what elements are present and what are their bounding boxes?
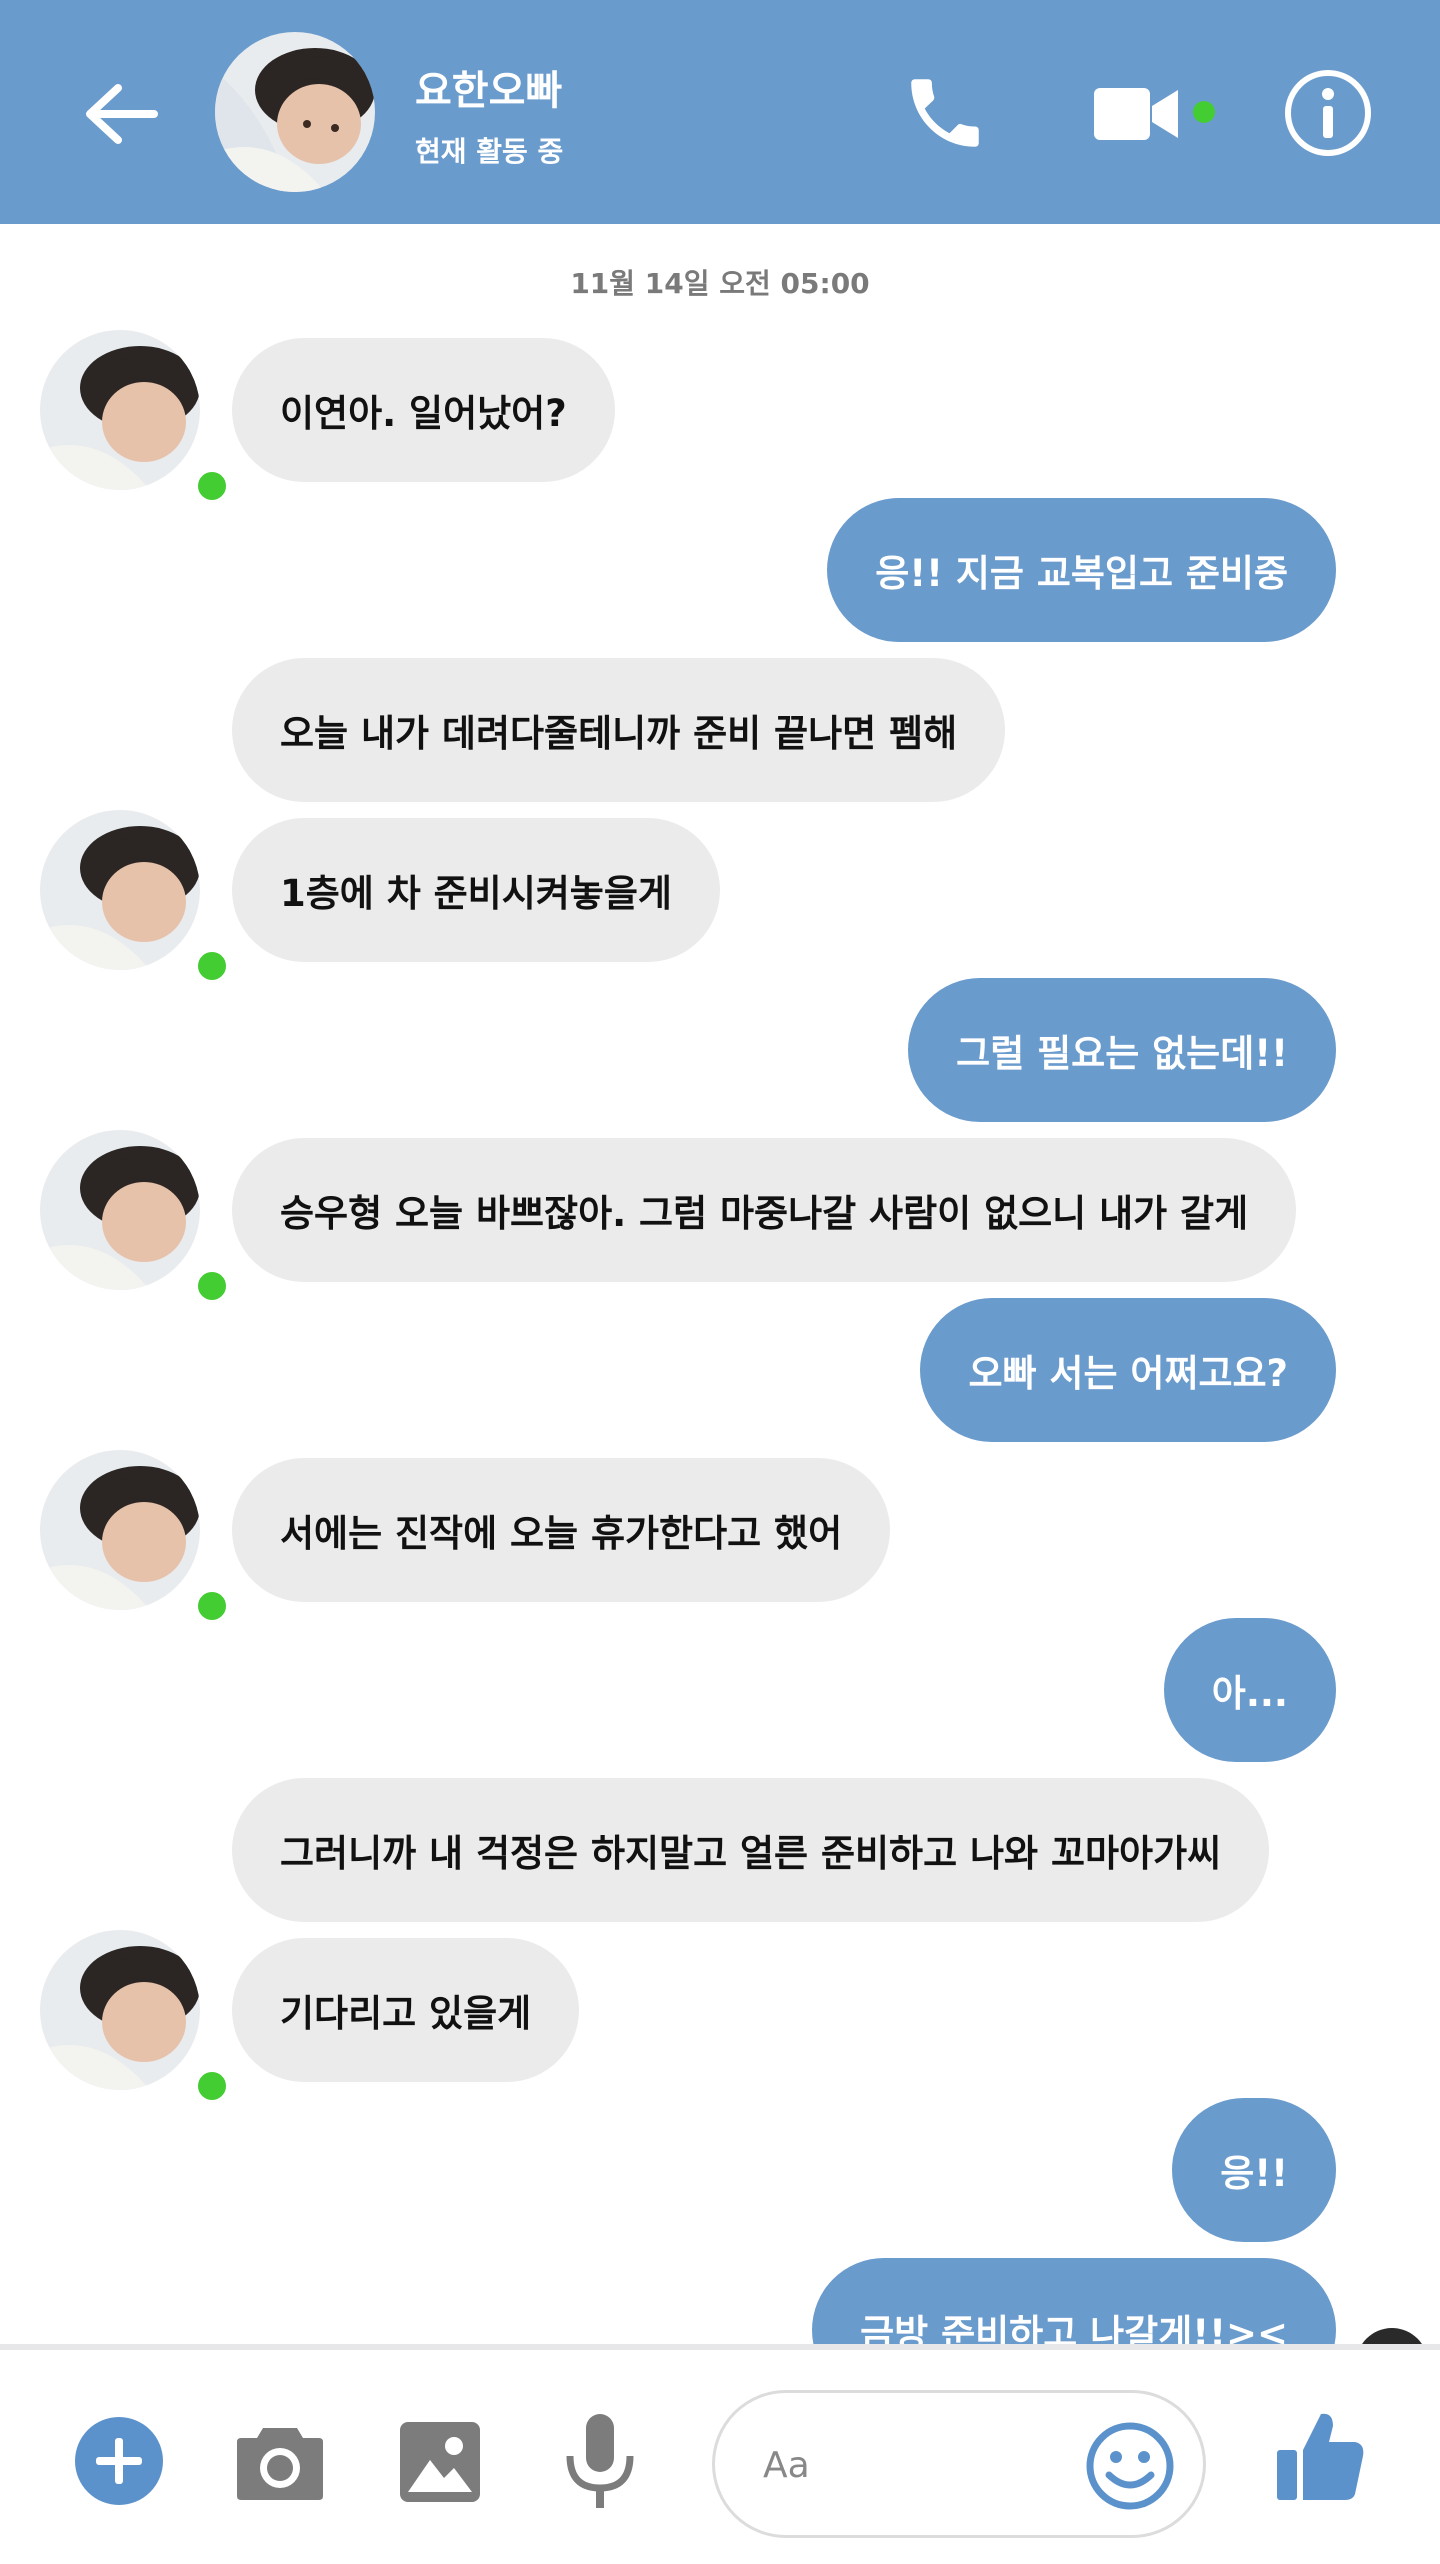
sender-avatar[interactable] [40, 1450, 232, 1626]
online-indicator [192, 1266, 232, 1306]
online-indicator [192, 2066, 232, 2106]
incoming-message[interactable]: 승우형 오늘 바쁘잖아. 그럼 마중나갈 사람이 없으니 내가 갈게 [232, 1138, 1297, 1282]
message-composer [0, 2344, 1440, 2564]
sender-avatar[interactable] [40, 1930, 232, 2106]
outgoing-message[interactable]: 응!! [1172, 2098, 1336, 2242]
more-actions-button[interactable] [74, 2416, 164, 2506]
voice-call-button[interactable] [900, 68, 990, 158]
message-input[interactable] [763, 2433, 1043, 2497]
incoming-message[interactable]: 1층에 차 준비시켜놓을게 [232, 818, 720, 962]
incoming-message[interactable]: 오늘 내가 데려다줄테니까 준비 끝나면 펨해 [232, 658, 1006, 802]
incoming-message[interactable]: 그러니까 내 걱정은 하지말고 얼른 준비하고 나와 꼬마아가씨 [232, 1778, 1270, 1922]
video-call-button[interactable] [1092, 82, 1182, 146]
thumbs-up-icon [1277, 2413, 1364, 2500]
contact-name: 요한오빠 [415, 68, 563, 114]
info-icon [1285, 70, 1371, 156]
back-arrow-icon [86, 84, 158, 144]
camera-icon [237, 2428, 323, 2500]
message-timestamp: 11월 14일 오전 05:00 [570, 267, 870, 300]
outgoing-message[interactable]: 아... [1163, 1618, 1336, 1762]
active-status: 현재 활동 중 [415, 135, 564, 168]
online-indicator [192, 1586, 232, 1626]
info-button[interactable] [1283, 68, 1373, 158]
incoming-message[interactable]: 서에는 진작에 오늘 휴가한다고 했어 [232, 1458, 891, 1602]
gallery-button[interactable] [398, 2420, 482, 2504]
image-icon [400, 2422, 480, 2502]
back-button[interactable] [78, 72, 162, 156]
sender-avatar[interactable] [40, 330, 232, 506]
chat-header: 요한오빠 현재 활동 중 [0, 0, 1440, 224]
video-camera-icon [1094, 88, 1178, 140]
phone-icon [911, 79, 979, 147]
online-indicator [192, 466, 232, 506]
message-input-wrapper[interactable] [712, 2390, 1206, 2538]
emoji-button[interactable] [1085, 2421, 1175, 2511]
voice-message-button[interactable] [562, 2412, 638, 2512]
contact-avatar[interactable] [215, 32, 375, 192]
sender-avatar[interactable] [40, 810, 232, 986]
plus-icon [75, 2417, 163, 2505]
sender-avatar[interactable] [40, 1130, 232, 1306]
online-indicator [1193, 101, 1215, 123]
emoji-icon [1086, 2422, 1174, 2510]
incoming-message[interactable]: 이연아. 일어났어? [232, 338, 615, 482]
incoming-message[interactable]: 기다리고 있을게 [232, 1938, 580, 2082]
camera-button[interactable] [235, 2420, 325, 2502]
microphone-icon [566, 2414, 634, 2508]
outgoing-message[interactable]: 응!! 지금 교복입고 준비중 [827, 498, 1336, 642]
outgoing-message[interactable]: 그럴 필요는 없는데!! [908, 978, 1336, 1122]
online-indicator [192, 946, 232, 986]
like-button[interactable] [1275, 2408, 1365, 2504]
outgoing-message[interactable]: 오빠 서는 어쩌고요? [920, 1298, 1336, 1442]
